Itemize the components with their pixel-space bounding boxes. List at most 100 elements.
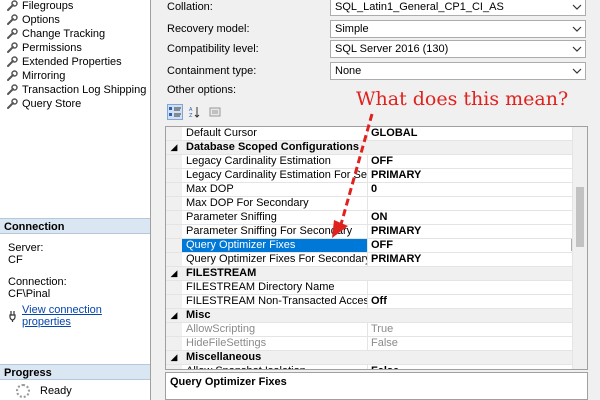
property-grid[interactable]: Default Cursor GLOBAL ◢ Database Scoped Con…	[165, 126, 588, 370]
property-value[interactable]: 0	[368, 183, 587, 196]
property-value-text: OFF	[371, 239, 393, 251]
other-options-label: Other options:	[167, 84, 237, 96]
grid-property-row[interactable]: Query Optimizer Fixes For Secondary PRIMA…	[166, 253, 587, 267]
wrench-icon	[7, 28, 18, 39]
property-value[interactable]: OFF	[368, 155, 587, 168]
grid-gutter	[166, 183, 182, 196]
property-name: Parameter Sniffing For Secondary	[182, 225, 368, 238]
grid-category-row[interactable]: ◢ Database Scoped Configurations	[166, 141, 587, 155]
page-item-options[interactable]: Options	[0, 13, 150, 27]
property-value[interactable]: False	[368, 365, 587, 369]
wrench-icon	[7, 84, 18, 95]
property-value[interactable]: Off	[368, 295, 587, 308]
grid-gutter	[166, 365, 182, 369]
page-item-change-tracking[interactable]: Change Tracking	[0, 27, 150, 41]
categorized-button[interactable]	[167, 104, 183, 120]
property-value[interactable]: PRIMARY	[368, 225, 587, 238]
view-connection-properties-link[interactable]: View connection properties	[22, 304, 150, 328]
page-item-transaction-log-shipping[interactable]: Transaction Log Shipping	[0, 83, 150, 97]
grid-property-row[interactable]: FILESTREAM Non-Transacted Access Off	[166, 295, 587, 309]
property-value[interactable]: True	[368, 323, 587, 336]
progress-status-text: Ready	[40, 385, 72, 397]
grid-property-row[interactable]: Legacy Cardinality Estimation For Second…	[166, 169, 587, 183]
grid-property-row[interactable]: Parameter Sniffing For Secondary PRIMARY	[166, 225, 587, 239]
grid-property-row[interactable]: Allow Snapshot IsolationFalse	[166, 365, 587, 369]
collapse-icon[interactable]: ◢	[166, 351, 182, 364]
collapse-icon[interactable]: ◢	[166, 309, 182, 322]
svg-text:Z: Z	[189, 113, 193, 118]
property-description: Query Optimizer Fixes	[165, 372, 588, 400]
category-name: Misc	[186, 309, 211, 321]
grid-gutter	[166, 253, 182, 266]
page-item-extended-properties[interactable]: Extended Properties	[0, 55, 150, 69]
property-pages-button[interactable]	[207, 104, 223, 120]
property-name: Allow Snapshot Isolation	[182, 365, 368, 369]
property-grid-scrollbar[interactable]	[572, 127, 587, 369]
property-value[interactable]: False	[368, 337, 587, 350]
grid-gutter	[166, 197, 182, 210]
alphabetical-button[interactable]: AZ	[187, 104, 203, 120]
grid-property-row[interactable]: FILESTREAM Directory Name	[166, 281, 587, 295]
grid-gutter	[166, 323, 182, 336]
compatibility-level-select[interactable]: SQL Server 2016 (130)	[330, 40, 586, 58]
grid-property-row[interactable]: Parameter Sniffing ON	[166, 211, 587, 225]
chevron-down-icon	[572, 46, 582, 52]
categorized-icon	[169, 107, 181, 117]
grid-gutter	[166, 127, 182, 140]
collapse-icon[interactable]: ◢	[166, 267, 182, 280]
page-item-permissions[interactable]: Permissions	[0, 41, 150, 55]
grid-property-row[interactable]: Default Cursor GLOBAL	[166, 127, 587, 141]
progress-spinner-icon	[16, 384, 30, 398]
page-item-filegroups[interactable]: Filegroups	[0, 0, 150, 13]
property-name: Legacy Cardinality Estimation	[182, 155, 368, 168]
grid-category-row[interactable]: ◢ Miscellaneous	[166, 351, 587, 365]
grid-category-row[interactable]: ◢ Misc	[166, 309, 587, 323]
grid-gutter	[166, 337, 182, 350]
property-value[interactable]: PRIMARY	[368, 253, 587, 266]
connection-header: Connection	[0, 218, 150, 234]
wrench-icon	[7, 98, 18, 109]
property-name: Max DOP	[182, 183, 368, 196]
property-value[interactable]: GLOBAL	[368, 127, 587, 140]
collation-select[interactable]: SQL_Latin1_General_CP1_CI_AS	[330, 0, 586, 16]
page-item-label: Change Tracking	[22, 28, 106, 40]
property-value[interactable]	[368, 281, 587, 294]
property-value-text: ON	[371, 211, 388, 223]
property-value[interactable]: PRIMARY	[368, 169, 587, 182]
page-item-label: Filegroups	[22, 0, 74, 12]
view-connection-properties[interactable]: View connection properties	[8, 304, 150, 328]
wrench-icon	[7, 42, 18, 53]
property-value[interactable]: OFF	[368, 239, 587, 252]
property-value-text: PRIMARY	[371, 253, 422, 265]
scrollbar-thumb[interactable]	[576, 187, 584, 247]
grid-property-row[interactable]: Legacy Cardinality Estimation OFF	[166, 155, 587, 169]
property-value[interactable]: ON	[368, 211, 587, 224]
grid-property-row[interactable]: Max DOP 0	[166, 183, 587, 197]
page-item-label: Permissions	[22, 42, 82, 54]
progress-status: Ready	[16, 384, 72, 398]
grid-property-row[interactable]: Query Optimizer Fixes OFF	[166, 239, 587, 253]
recovery-model-select[interactable]: Simple	[330, 20, 586, 38]
category-name: Database Scoped Configurations	[186, 141, 359, 153]
page-item-label: Options	[22, 14, 60, 26]
collapse-icon[interactable]: ◢	[166, 141, 182, 154]
grid-property-row[interactable]: HideFileSettings False	[166, 337, 587, 351]
sort-az-icon: AZ	[189, 107, 200, 118]
property-value[interactable]	[368, 197, 587, 210]
compatibility-level-row: Compatibility level: SQL Server 2016 (13…	[167, 39, 597, 59]
property-name: Parameter Sniffing	[182, 211, 368, 224]
page-item-mirroring[interactable]: Mirroring	[0, 69, 150, 83]
containment-type-row: Containment type: None	[167, 61, 597, 81]
grid-property-row[interactable]: AllowScripting True	[166, 323, 587, 337]
property-name: Query Optimizer Fixes For Secondary	[182, 253, 368, 266]
server-label: Server:	[8, 242, 44, 254]
wrench-icon	[7, 56, 18, 67]
plug-icon	[8, 310, 20, 322]
containment-type-label: Containment type:	[167, 65, 257, 77]
property-value-text: 0	[371, 183, 378, 195]
grid-property-row[interactable]: Max DOP For Secondary	[166, 197, 587, 211]
wrench-icon	[7, 70, 18, 81]
containment-type-select[interactable]: None	[330, 62, 586, 80]
page-item-query-store[interactable]: Query Store	[0, 97, 150, 111]
grid-category-row[interactable]: ◢ FILESTREAM	[166, 267, 587, 281]
